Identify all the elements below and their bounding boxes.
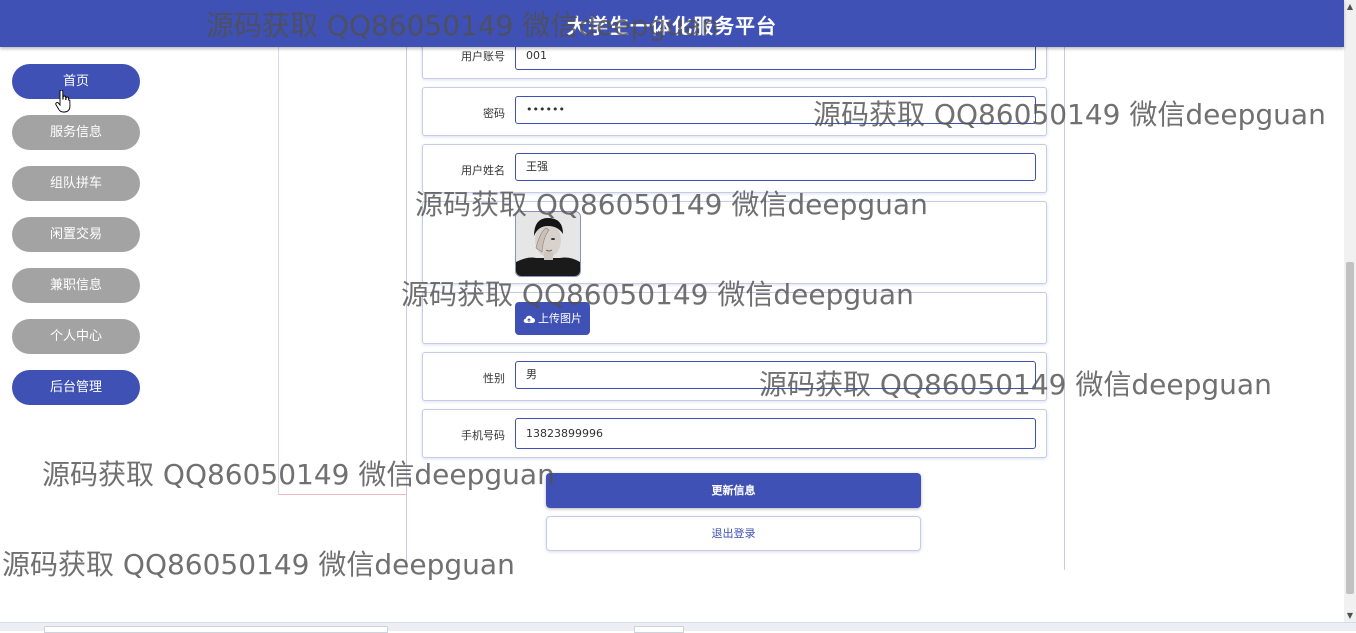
gender-label: 性别 [483, 372, 505, 385]
name-input[interactable]: 王强 [515, 153, 1036, 181]
watermark-text: 源码获取 QQ86050149 微信deepguan [2, 548, 515, 581]
account-label: 用户账号 [461, 50, 505, 63]
nav-service-info-button[interactable]: 服务信息 [12, 115, 140, 150]
nav-parttime-button[interactable]: 兼职信息 [12, 268, 140, 303]
left-content-panel [278, 47, 408, 495]
nav-admin-button[interactable]: 后台管理 [12, 370, 140, 405]
watermark-text: 源码获取 QQ86050149 微信deepguan [42, 458, 555, 491]
watermark-text: 源码获取 QQ86050149 微信deepguan [206, 9, 719, 42]
nav-secondhand-button[interactable]: 闲置交易 [12, 217, 140, 252]
scroll-down-arrow-icon[interactable]: ▼ [1346, 611, 1354, 620]
scroll-up-arrow-icon[interactable]: ▲ [1346, 2, 1354, 11]
logout-button[interactable]: 退出登录 [546, 516, 921, 551]
watermark-text: 源码获取 QQ86050149 微信deepguan [759, 368, 1272, 401]
cloud-upload-icon [523, 315, 535, 324]
nav-home-button[interactable]: 首页 [12, 64, 140, 99]
scrollbar-thumb[interactable] [1346, 262, 1354, 594]
name-label: 用户姓名 [461, 164, 505, 177]
hand-cursor-icon [55, 90, 71, 113]
phone-input[interactable]: 13823899996 [515, 418, 1036, 449]
watermark-text: 源码获取 QQ86050149 微信deepguan [401, 278, 914, 311]
watermark-text: 源码获取 QQ86050149 微信deepguan [415, 188, 928, 221]
nav-personal-center-button[interactable]: 个人中心 [12, 319, 140, 354]
nav-carpool-button[interactable]: 组队拼车 [12, 166, 140, 201]
watermark-text: 源码获取 QQ86050149 微信deepguan [813, 98, 1326, 131]
upload-image-label: 上传图片 [538, 312, 582, 325]
password-label: 密码 [483, 107, 505, 120]
phone-label: 手机号码 [461, 429, 505, 442]
phone-row: 手机号码 13823899996 [422, 409, 1047, 458]
vertical-scrollbar[interactable]: ▲ ▼ [1344, 0, 1356, 622]
update-info-button[interactable]: 更新信息 [546, 473, 921, 508]
sidebar-nav: 首页 服务信息 组队拼车 闲置交易 兼职信息 个人中心 后台管理 [12, 64, 140, 421]
